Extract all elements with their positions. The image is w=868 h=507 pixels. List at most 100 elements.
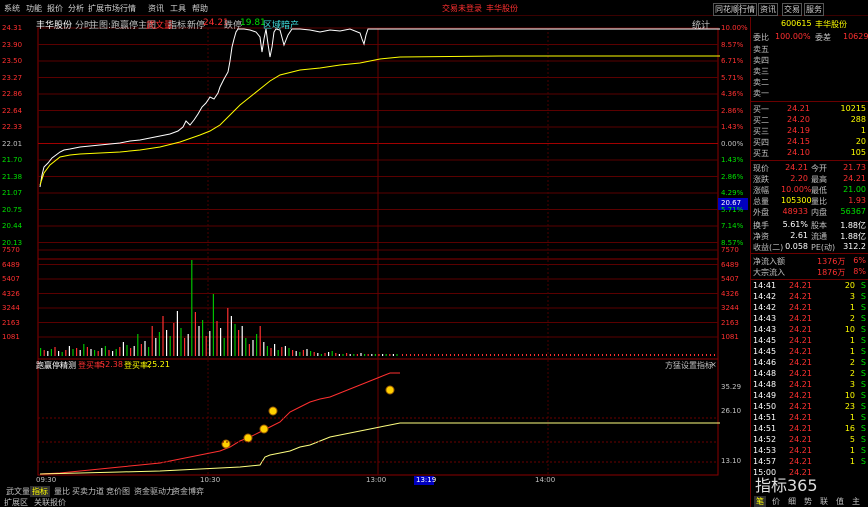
stat-label: 内盘 [811,208,827,217]
panel-tab-2[interactable]: 细 [786,496,798,507]
volume-bar [40,348,42,356]
tick-row: 14:43 24.21 2 S [751,314,868,325]
tick-row: 14:45 24.21 1 S [751,336,868,347]
volume-bar [502,354,503,356]
volume-bar [248,344,250,356]
volume-bar [194,312,196,356]
indicator-close-icon[interactable]: × [710,360,717,369]
volume-bar [47,351,49,356]
volume-bar [119,347,121,356]
volume-bar [690,354,691,356]
buy-row[interactable]: 买四 24.15 20 [751,137,868,148]
menu-item-3[interactable]: 分析 [68,3,84,14]
volume-bar [263,342,265,356]
menu-trade-status[interactable]: 交易未登录 [442,3,482,14]
volume-bar [574,354,575,356]
panel-tab-5[interactable]: 值 [834,496,846,507]
volume-tick-left: 4326 [2,289,20,298]
signal-badge-icon[interactable] [243,433,253,443]
bottom-tab-3[interactable]: 买卖力道 [70,486,106,497]
volume-bar [371,354,373,356]
volume-bar [694,354,695,356]
buy-row[interactable]: 买五 24.10 105 [751,148,868,159]
volume-bar [378,354,380,356]
indicator-name[interactable]: 跑赢停精测 [36,360,76,371]
volume-bar [320,354,322,356]
indicator-tick: 35.29 [721,383,742,391]
tick-time: 14:45 [753,336,777,345]
volume-bar [454,354,455,356]
stat-value: 21.00 [843,185,866,194]
buy-label: 买三 [753,127,769,136]
stat-label: 净资 [753,232,769,241]
time-tick: 13:00 [366,476,387,484]
tick-time: 14:46 [753,358,777,367]
bottom-tab-2[interactable]: 量比 [52,486,72,497]
panel-tab-3[interactable]: 势 [802,496,814,507]
bottom-tab-1[interactable]: 指标 [30,486,50,497]
volume-bar [582,354,583,356]
menu-item-7[interactable]: 帮助 [192,3,208,14]
panel-tab-6[interactable]: 主 [850,496,862,507]
panel-tab-1[interactable]: 价 [770,496,782,507]
header-stat[interactable]: 统计 [692,18,710,31]
volume-bar [389,354,391,356]
volume-bar [426,354,427,356]
menu-item-2[interactable]: 报价 [47,3,63,14]
signal-badge-icon[interactable] [268,406,278,416]
chart-area[interactable] [0,17,750,487]
panel-tab-4[interactable]: 联 [818,496,830,507]
menu-item-0[interactable]: 系统 [4,3,20,14]
panel-tab-0[interactable]: 笔 [754,496,766,507]
signal-badge-icon[interactable] [385,385,395,395]
tick-row: 14:53 24.21 1 S [751,446,868,457]
tick-side: S [860,358,866,367]
volume-bar [227,308,229,356]
header-zone[interactable]: 区域暗产 [263,18,299,31]
volume-bar [97,351,99,356]
volume-bar [61,352,63,356]
buy-row[interactable]: 买三 24.19 1 [751,126,868,137]
volume-bar [306,349,308,356]
signal-badge-icon[interactable] [221,439,231,449]
volume-bar [176,311,178,356]
buy-row[interactable]: 买一 24.21 10215 [751,104,868,115]
win-button-3[interactable]: 交易 [782,3,802,16]
buy-volume: 10215 [840,104,866,113]
volume-bar [558,354,559,356]
bottom-tab-0[interactable]: 武文量 [4,486,32,497]
tick-price: 24.21 [789,391,812,400]
bottom-tab-4[interactable]: 竞价图 [104,486,132,497]
volume-bar [626,354,627,356]
tick-volume: 1 [849,336,855,345]
menu-item-5[interactable]: 资讯 [148,3,164,14]
volume-bar [406,354,407,356]
tick-volume: 1 [849,446,855,455]
bottom-tab2-1[interactable]: 关联报价 [34,497,66,507]
buy-volume: 20 [855,137,866,146]
buy-price: 24.19 [787,126,810,135]
tick-time: 14:43 [753,325,777,334]
menu-item-6[interactable]: 工具 [170,3,186,14]
stat-row: 收益(二) 0.058 PE(动) 312.2 [751,242,868,253]
stat-value: 56367 [840,207,866,216]
menu-item-1[interactable]: 功能 [26,3,42,14]
signal-badge-icon[interactable] [259,424,269,434]
volume-bar [590,354,591,356]
indicator-settings-button[interactable]: 方猛设置指标 [665,360,713,371]
win-button-2[interactable]: 资讯 [758,3,778,16]
tick-time: 14:42 [753,292,777,301]
buy-row[interactable]: 买二 24.20 288 [751,115,868,126]
volume-bar [220,328,222,356]
price-tick-left: 21.70 [2,156,23,164]
menu-item-4[interactable]: 扩展市场行情 [88,3,136,14]
tick-price: 24.21 [789,369,812,378]
win-button-4[interactable]: 服务 [804,3,824,16]
bottom-tab-6[interactable]: 资金博弈 [170,486,206,497]
tick-time: 14:41 [753,281,777,290]
tick-row: 14:41 24.21 20 S [751,281,868,292]
bottom-tab2-0[interactable]: 扩展区 [4,497,28,507]
win-button-1[interactable]: 行情 [737,3,757,16]
stat-value: 312.2 [843,242,866,251]
volume-bar [538,354,539,356]
